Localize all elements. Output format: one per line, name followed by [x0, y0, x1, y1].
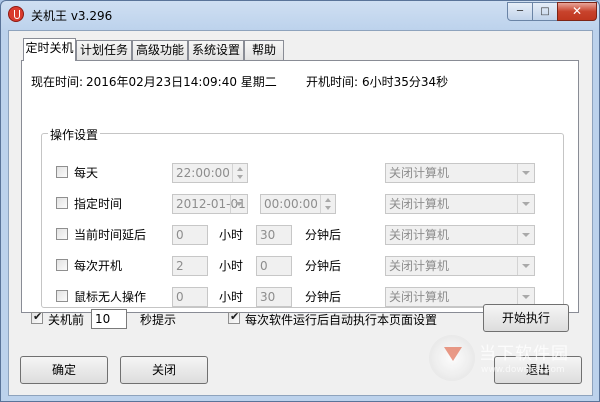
spinner-arrows-icon[interactable]: [320, 195, 335, 213]
boot-hours-unit: 小时: [219, 259, 244, 273]
delay-action-value: 关闭计算机: [389, 228, 450, 242]
maximize-button[interactable]: □: [532, 2, 558, 21]
watermark-text: 当下软件园: [479, 344, 569, 364]
chevron-down-icon[interactable]: [517, 164, 534, 182]
checkbox-shutdown-prompt[interactable]: [31, 310, 43, 324]
uptime-value: 6小时35分34秒: [362, 75, 449, 89]
start-execute-button[interactable]: 开始执行: [483, 304, 569, 332]
operations-group-title: 操作设置: [48, 126, 101, 143]
prompt-seconds-suffix: 秒提示: [140, 313, 177, 327]
window-title: 关机王 v3.296: [31, 9, 113, 23]
watermark-url: www.downxia.com: [481, 365, 565, 375]
close-window-button[interactable]: ✕: [557, 2, 597, 21]
chevron-down-icon[interactable]: [517, 257, 534, 275]
boot-action-value: 关闭计算机: [389, 259, 450, 273]
title-bar[interactable]: 关机王 v3.296 ─ □ ✕: [1, 1, 599, 29]
watermark: 当下软件园 www.downxia.com: [421, 331, 591, 393]
every-day-time-field[interactable]: 22:00:00: [172, 163, 248, 183]
tab-system-settings[interactable]: 系统设置: [188, 40, 244, 60]
idle-hours-unit: 小时: [219, 290, 244, 304]
delay-minutes-unit: 分钟后: [305, 228, 342, 242]
operations-group: [41, 133, 564, 308]
delay-action-select[interactable]: 关闭计算机: [385, 225, 535, 245]
specified-time-label: 指定时间: [74, 197, 123, 211]
close-button[interactable]: 关闭: [120, 356, 208, 384]
tab-timed-shutdown[interactable]: 定时关机: [23, 38, 76, 61]
idle-hours-field[interactable]: 0: [172, 287, 208, 307]
uptime-label: 开机时间:: [306, 75, 359, 89]
boot-minutes-field[interactable]: 0: [256, 256, 292, 276]
specified-time-value: 00:00:00: [264, 197, 318, 211]
power-icon: [8, 6, 24, 22]
chevron-down-icon[interactable]: [517, 226, 534, 244]
specified-time-field[interactable]: 00:00:00: [260, 194, 336, 214]
mouse-idle-label: 鼠标无人操作: [74, 290, 147, 304]
delay-hours-unit: 小时: [219, 228, 244, 242]
idle-action-value: 关闭计算机: [389, 290, 450, 304]
app-window: 关机王 v3.296 ─ □ ✕ 定时关机 计划任务 高级功能 系统设置 帮助 …: [0, 0, 600, 402]
every-day-time-value: 22:00:00: [176, 166, 230, 180]
boot-hours-field[interactable]: 2: [172, 256, 208, 276]
autorun-label: 每次软件运行后自动执行本页面设置: [245, 313, 438, 327]
delay-hours-field[interactable]: 0: [172, 225, 208, 245]
boot-action-select[interactable]: 关闭计算机: [385, 256, 535, 276]
specified-action-value: 关闭计算机: [389, 197, 450, 211]
every-day-action-value: 关闭计算机: [389, 166, 450, 180]
checkbox-every-boot[interactable]: [56, 259, 68, 271]
watermark-logo-icon: [429, 335, 475, 381]
tab-scheduled-tasks[interactable]: 计划任务: [76, 40, 132, 60]
checkbox-autorun[interactable]: [228, 310, 240, 324]
chevron-down-icon[interactable]: [517, 195, 534, 213]
specified-action-select[interactable]: 关闭计算机: [385, 194, 535, 214]
specified-date-field[interactable]: 2012-01-01: [172, 194, 248, 214]
every-boot-label: 每次开机: [74, 259, 123, 273]
delay-minutes-field[interactable]: 30: [256, 225, 292, 245]
ok-button[interactable]: 确定: [20, 356, 108, 384]
every-day-label: 每天: [74, 166, 99, 180]
boot-minutes-unit: 分钟后: [305, 259, 342, 273]
chevron-down-icon[interactable]: [230, 195, 247, 213]
idle-minutes-field[interactable]: 30: [256, 287, 292, 307]
checkbox-every-day[interactable]: [56, 166, 68, 178]
tab-help[interactable]: 帮助: [244, 40, 284, 60]
current-time-label: 现在时间:: [31, 75, 84, 89]
checkbox-mouse-idle[interactable]: [56, 290, 68, 302]
idle-minutes-unit: 分钟后: [305, 290, 342, 304]
delay-from-now-label: 当前时间延后: [74, 228, 147, 242]
checkbox-delay-from-now[interactable]: [56, 228, 68, 240]
prompt-seconds-input[interactable]: 10: [91, 309, 127, 329]
spinner-arrows-icon[interactable]: [232, 164, 247, 182]
checkbox-specified-time[interactable]: [56, 197, 68, 209]
every-day-action-select[interactable]: 关闭计算机: [385, 163, 535, 183]
minimize-button[interactable]: ─: [507, 2, 533, 21]
current-time-value: 2016年02月23日14:09:40 星期二: [86, 75, 277, 89]
tab-advanced[interactable]: 高级功能: [132, 40, 188, 60]
tab-panel: 现在时间: 2016年02月23日14:09:40 星期二 开机时间: 6小时3…: [21, 60, 579, 313]
shutdown-prompt-label: 关机前: [48, 313, 85, 327]
